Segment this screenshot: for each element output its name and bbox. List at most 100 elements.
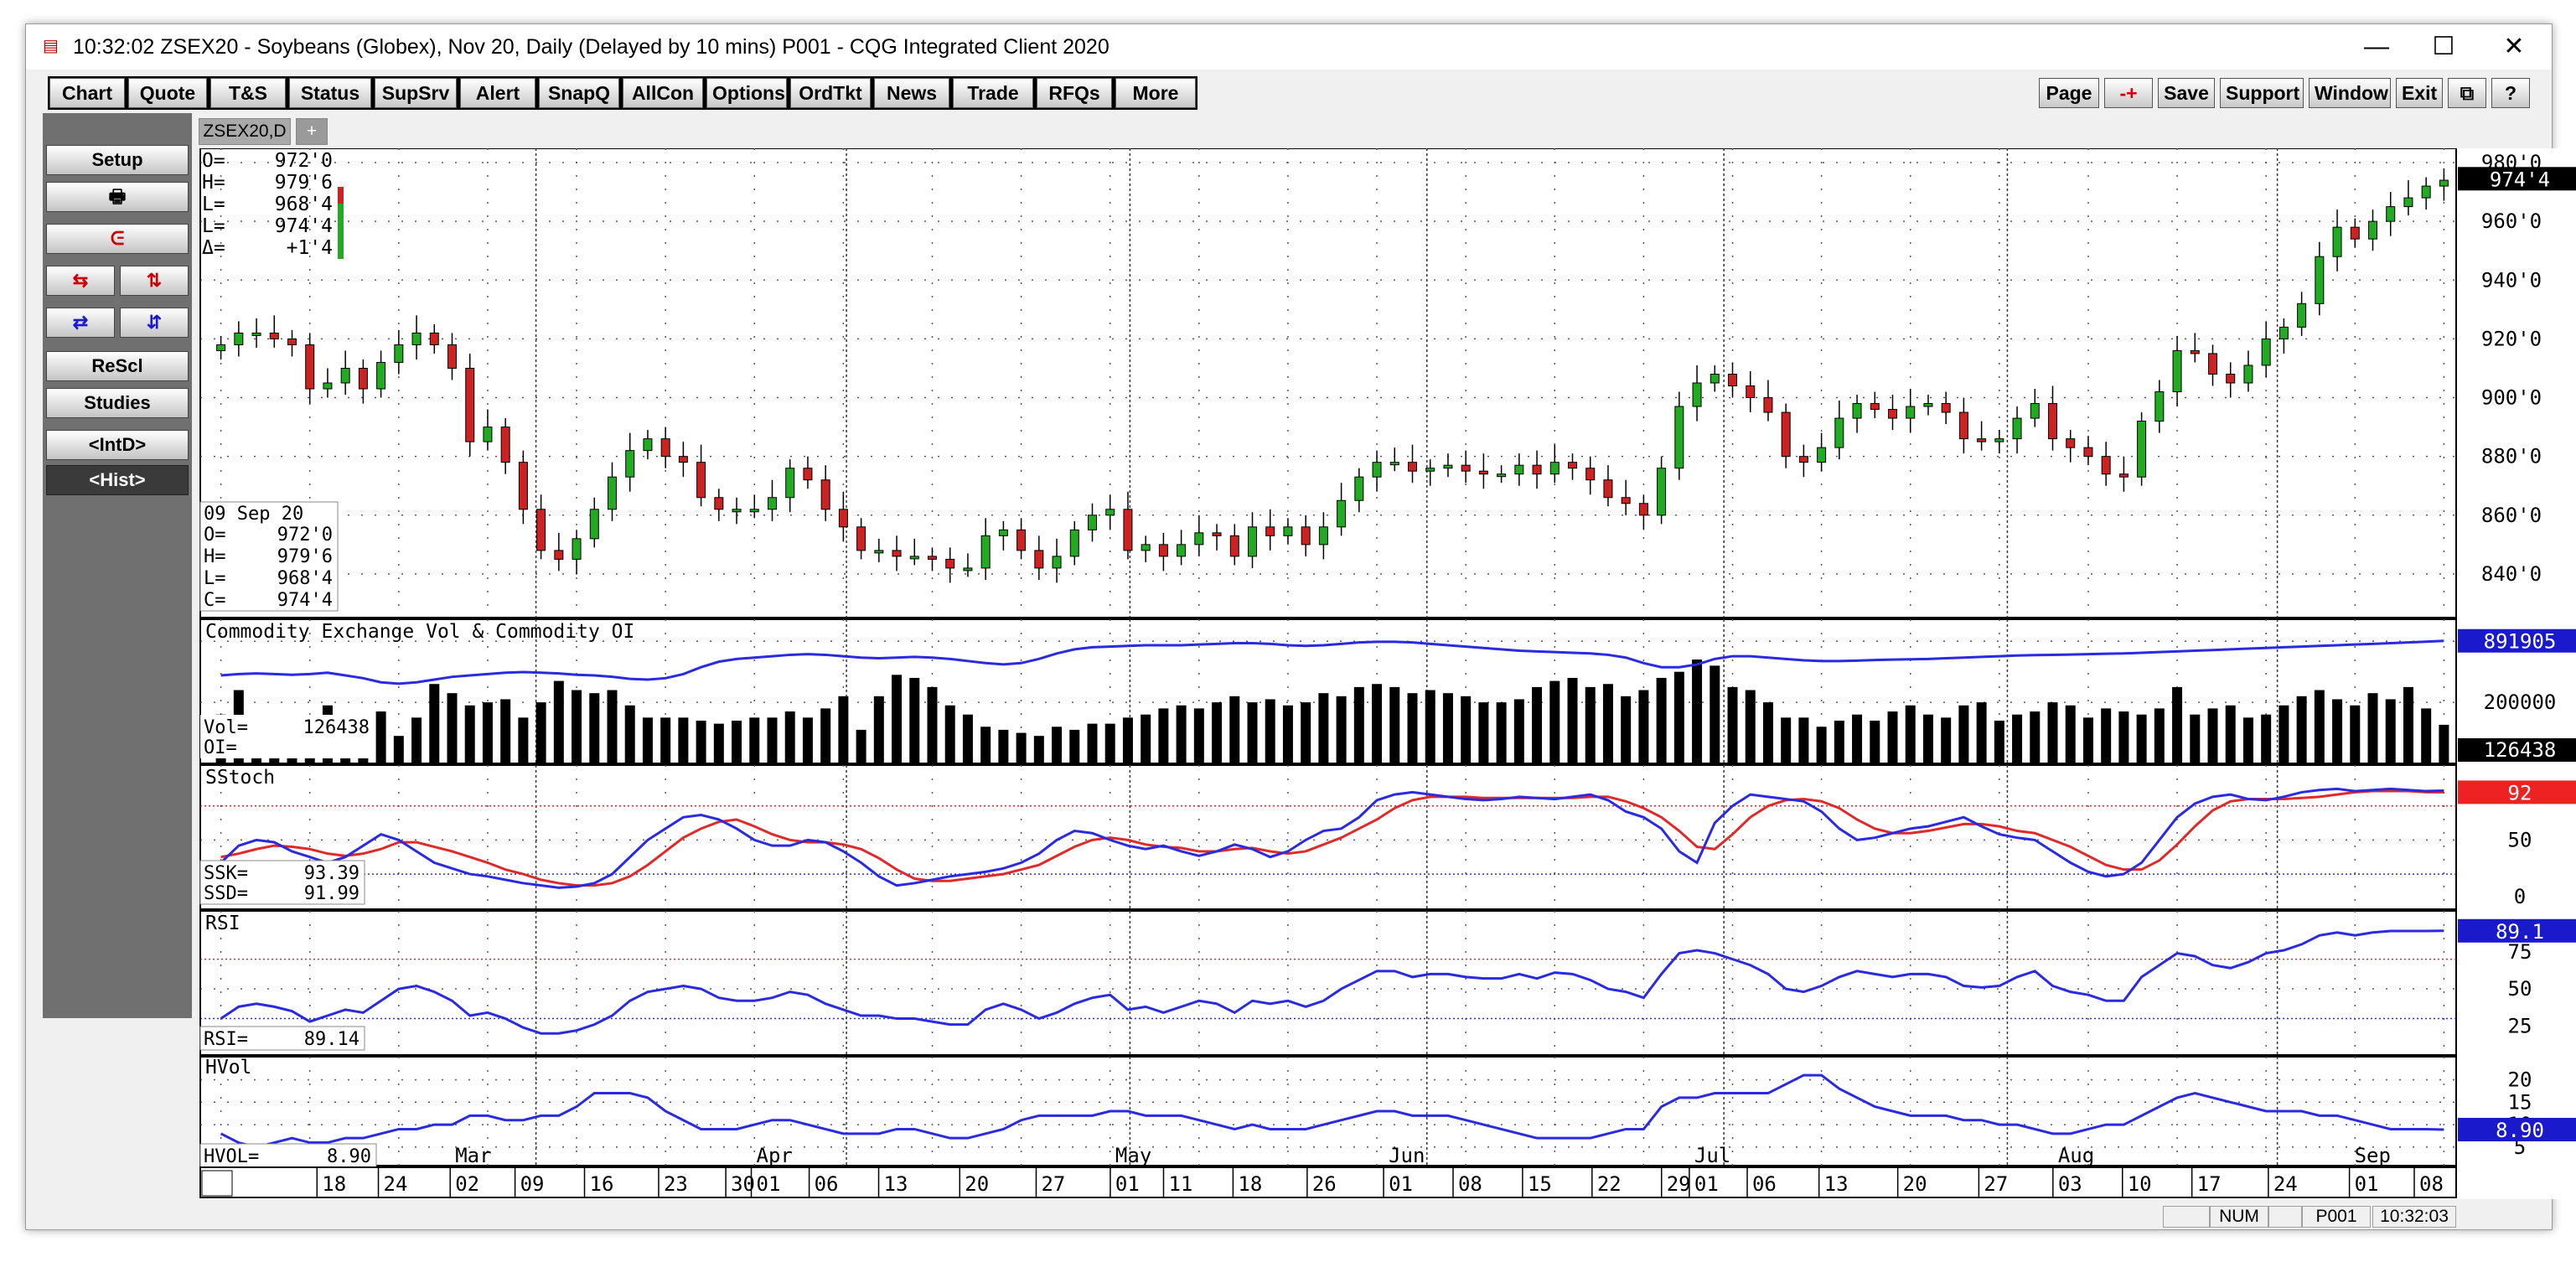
candle-body: [608, 476, 617, 510]
cursor-close-label: C=: [204, 590, 226, 611]
date-tick-label: 24: [2273, 1172, 2298, 1196]
restore-icon[interactable]: ⧉: [2448, 78, 2486, 108]
toolbar-left-group: Chart Quote T&S Status SupSrv Alert Snap…: [48, 76, 1197, 110]
date-tick-label: 20: [965, 1172, 989, 1196]
candle-body: [518, 462, 528, 510]
volume-bar: [1389, 686, 1400, 763]
exit-button[interactable]: Exit: [2396, 78, 2443, 108]
volume-bar: [447, 693, 458, 763]
volume-bar: [1407, 693, 1418, 763]
date-tick-label: 27: [1041, 1172, 1065, 1196]
rescale-button[interactable]: ReScl: [46, 351, 189, 381]
cqg-app-icon[interactable]: ▤: [43, 36, 63, 56]
price-axis-label: 840'0: [2481, 562, 2542, 586]
candle-body: [945, 558, 955, 569]
date-tick-label: 27: [1984, 1172, 2008, 1196]
volume-bar: [2118, 711, 2129, 763]
chart-button[interactable]: Chart: [49, 78, 125, 108]
volume-bar: [2172, 686, 2183, 763]
candle-body: [1301, 526, 1311, 546]
candle-body: [1798, 456, 1808, 463]
candle-body: [1817, 447, 1827, 463]
candle-body: [2048, 403, 2057, 440]
tab-zsex20[interactable]: ZSEX20,D: [199, 118, 291, 145]
volume-bar: [1887, 711, 1898, 763]
volume-bar: [411, 717, 422, 763]
intraday-button[interactable]: <IntD>: [46, 430, 189, 460]
stoch-grid: [200, 765, 2456, 909]
snapq-button[interactable]: SnapQ: [539, 78, 619, 108]
volume-bar: [1318, 693, 1329, 763]
volume-bar: [1193, 708, 1204, 763]
hvol-value: 8.90: [327, 1146, 371, 1167]
ohlc-high-value: 979'6: [275, 172, 333, 194]
chart-area[interactable]: 980'0 960'0 940'0 920'0 900'0 880'0 860'0 840'0…: [199, 147, 2576, 1199]
alert-button[interactable]: Alert: [460, 78, 535, 108]
volume-bar: [713, 723, 724, 763]
date-tick-label: 01: [1389, 1172, 1413, 1196]
vol-last-label: 126438: [2484, 738, 2557, 762]
supsrv-button[interactable]: SupSrv: [375, 78, 457, 108]
ordtkt-button[interactable]: OrdTkt: [790, 78, 871, 108]
volume-bar: [927, 686, 938, 763]
volume-bar: [2242, 717, 2253, 763]
maximize-icon[interactable]: ☐: [2406, 24, 2481, 70]
candle-body: [2030, 403, 2040, 419]
stoch-axis-label: 0: [2514, 885, 2526, 908]
tns-button[interactable]: T&S: [210, 78, 286, 108]
candle-body: [305, 344, 315, 390]
date-tick-label: 02: [455, 1172, 479, 1196]
print-icon[interactable]: 🖶: [46, 182, 189, 212]
chart-svg[interactable]: 980'0960'0940'0920'0900'0880'0860'0840'0…: [199, 147, 2576, 1199]
add-tab-button[interactable]: +: [296, 118, 328, 145]
status-button[interactable]: Status: [289, 78, 371, 108]
candle-body: [2297, 303, 2307, 328]
help-icon[interactable]: ?: [2491, 78, 2530, 108]
volume-bar: [1247, 702, 1258, 763]
compress-vertical-icon[interactable]: ⇵: [120, 308, 189, 338]
window-button[interactable]: Window: [2309, 78, 2391, 108]
allcon-button[interactable]: AllCon: [623, 78, 703, 108]
cursor-low-value: 968'4: [277, 568, 333, 589]
more-button[interactable]: More: [1115, 78, 1196, 108]
news-button[interactable]: News: [874, 78, 949, 108]
candle-body: [376, 361, 386, 390]
compress-horizontal-icon[interactable]: ⇄: [46, 308, 115, 338]
candle-body: [1425, 468, 1435, 472]
save-button[interactable]: Save: [2158, 78, 2215, 108]
volume-bar: [944, 705, 955, 763]
volume-bar: [607, 690, 618, 763]
cqg-icon[interactable]: ᕮ: [46, 224, 189, 254]
setup-button[interactable]: Setup: [46, 145, 189, 175]
candle-body: [838, 509, 848, 528]
volume-axis: 400000200000891905126438: [2458, 628, 2576, 762]
candle-body: [643, 438, 653, 452]
close-icon[interactable]: ✕: [2476, 24, 2552, 70]
rfqs-button[interactable]: RFQs: [1037, 78, 1112, 108]
candle-body: [1123, 509, 1133, 551]
scroll-horizontal-icon[interactable]: ⇆: [46, 266, 115, 296]
num-lock-indicator: NUM: [2210, 1206, 2268, 1228]
zoom-button[interactable]: -+: [2104, 78, 2153, 108]
date-tick-label: 16: [590, 1172, 614, 1196]
candle-body: [1337, 499, 1347, 528]
candle-body: [980, 535, 991, 569]
trade-button[interactable]: Trade: [953, 78, 1033, 108]
candle-body: [1229, 535, 1239, 557]
candle-body: [1088, 515, 1097, 530]
studies-button[interactable]: Studies: [46, 388, 189, 418]
page-button[interactable]: Page: [2039, 78, 2099, 108]
minimize-icon[interactable]: —: [2339, 24, 2414, 70]
support-button[interactable]: Support: [2220, 78, 2304, 108]
scroll-vertical-icon[interactable]: ⇅: [120, 266, 189, 296]
historical-button[interactable]: <Hist>: [46, 465, 189, 495]
options-button[interactable]: Options: [706, 78, 787, 108]
volume-bar: [2030, 711, 2041, 763]
quote-button[interactable]: Quote: [128, 78, 207, 108]
volume-bar: [1656, 677, 1667, 763]
candle-body: [1052, 556, 1062, 569]
volume-bar: [1834, 720, 1844, 763]
volume-bar: [1781, 717, 1792, 763]
volume-bar: [429, 684, 440, 763]
rsi-label: RSI=: [204, 1029, 248, 1050]
